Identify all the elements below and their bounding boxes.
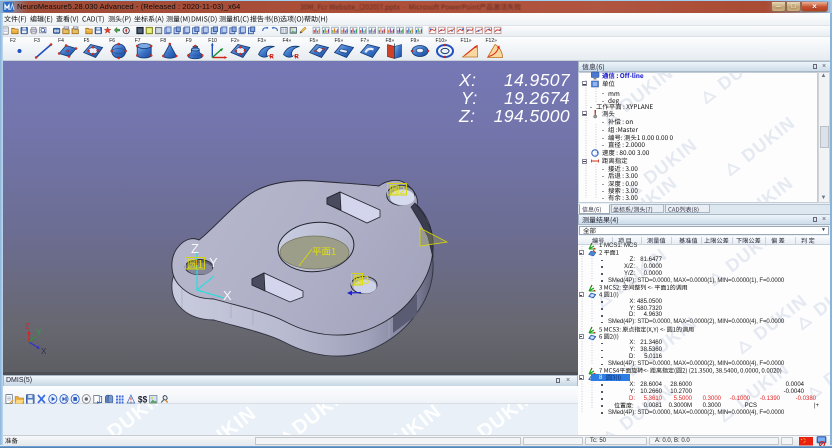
svg-text:F10»: F10» [436,38,448,44]
svg-text:Z: Z [191,241,199,256]
svg-text:F9»: F9» [411,38,420,44]
svg-text:F3: F3 [34,38,40,44]
svg-text:F11»: F11» [461,38,472,44]
svg-text:F6: F6 [109,38,115,44]
svg-text:F7: F7 [135,38,141,44]
svg-text:F12»: F12» [486,38,498,44]
svg-text:F5»: F5» [310,38,319,44]
svg-text:Y: Y [36,328,42,337]
svg-text:F4: F4 [58,38,64,44]
svg-text:Z: Z [25,322,30,331]
svg-text:Y: Y [209,255,218,270]
svg-text:X: X [223,288,232,303]
svg-text:F3»: F3» [258,38,267,44]
svg-text:F8: F8 [160,38,166,44]
svg-text:F8»: F8» [386,38,395,44]
svg-text:X: X [41,347,47,356]
svg-text:F7»: F7» [361,38,370,44]
svg-text:F4»: F4» [283,38,292,44]
svg-text:F9: F9 [186,38,192,44]
svg-text:F2»: F2» [231,38,240,44]
svg-text:F5: F5 [84,38,90,44]
svg-text:F6»: F6» [335,38,344,44]
svg-text:F2: F2 [10,38,16,44]
svg-text:F10: F10 [208,38,217,44]
